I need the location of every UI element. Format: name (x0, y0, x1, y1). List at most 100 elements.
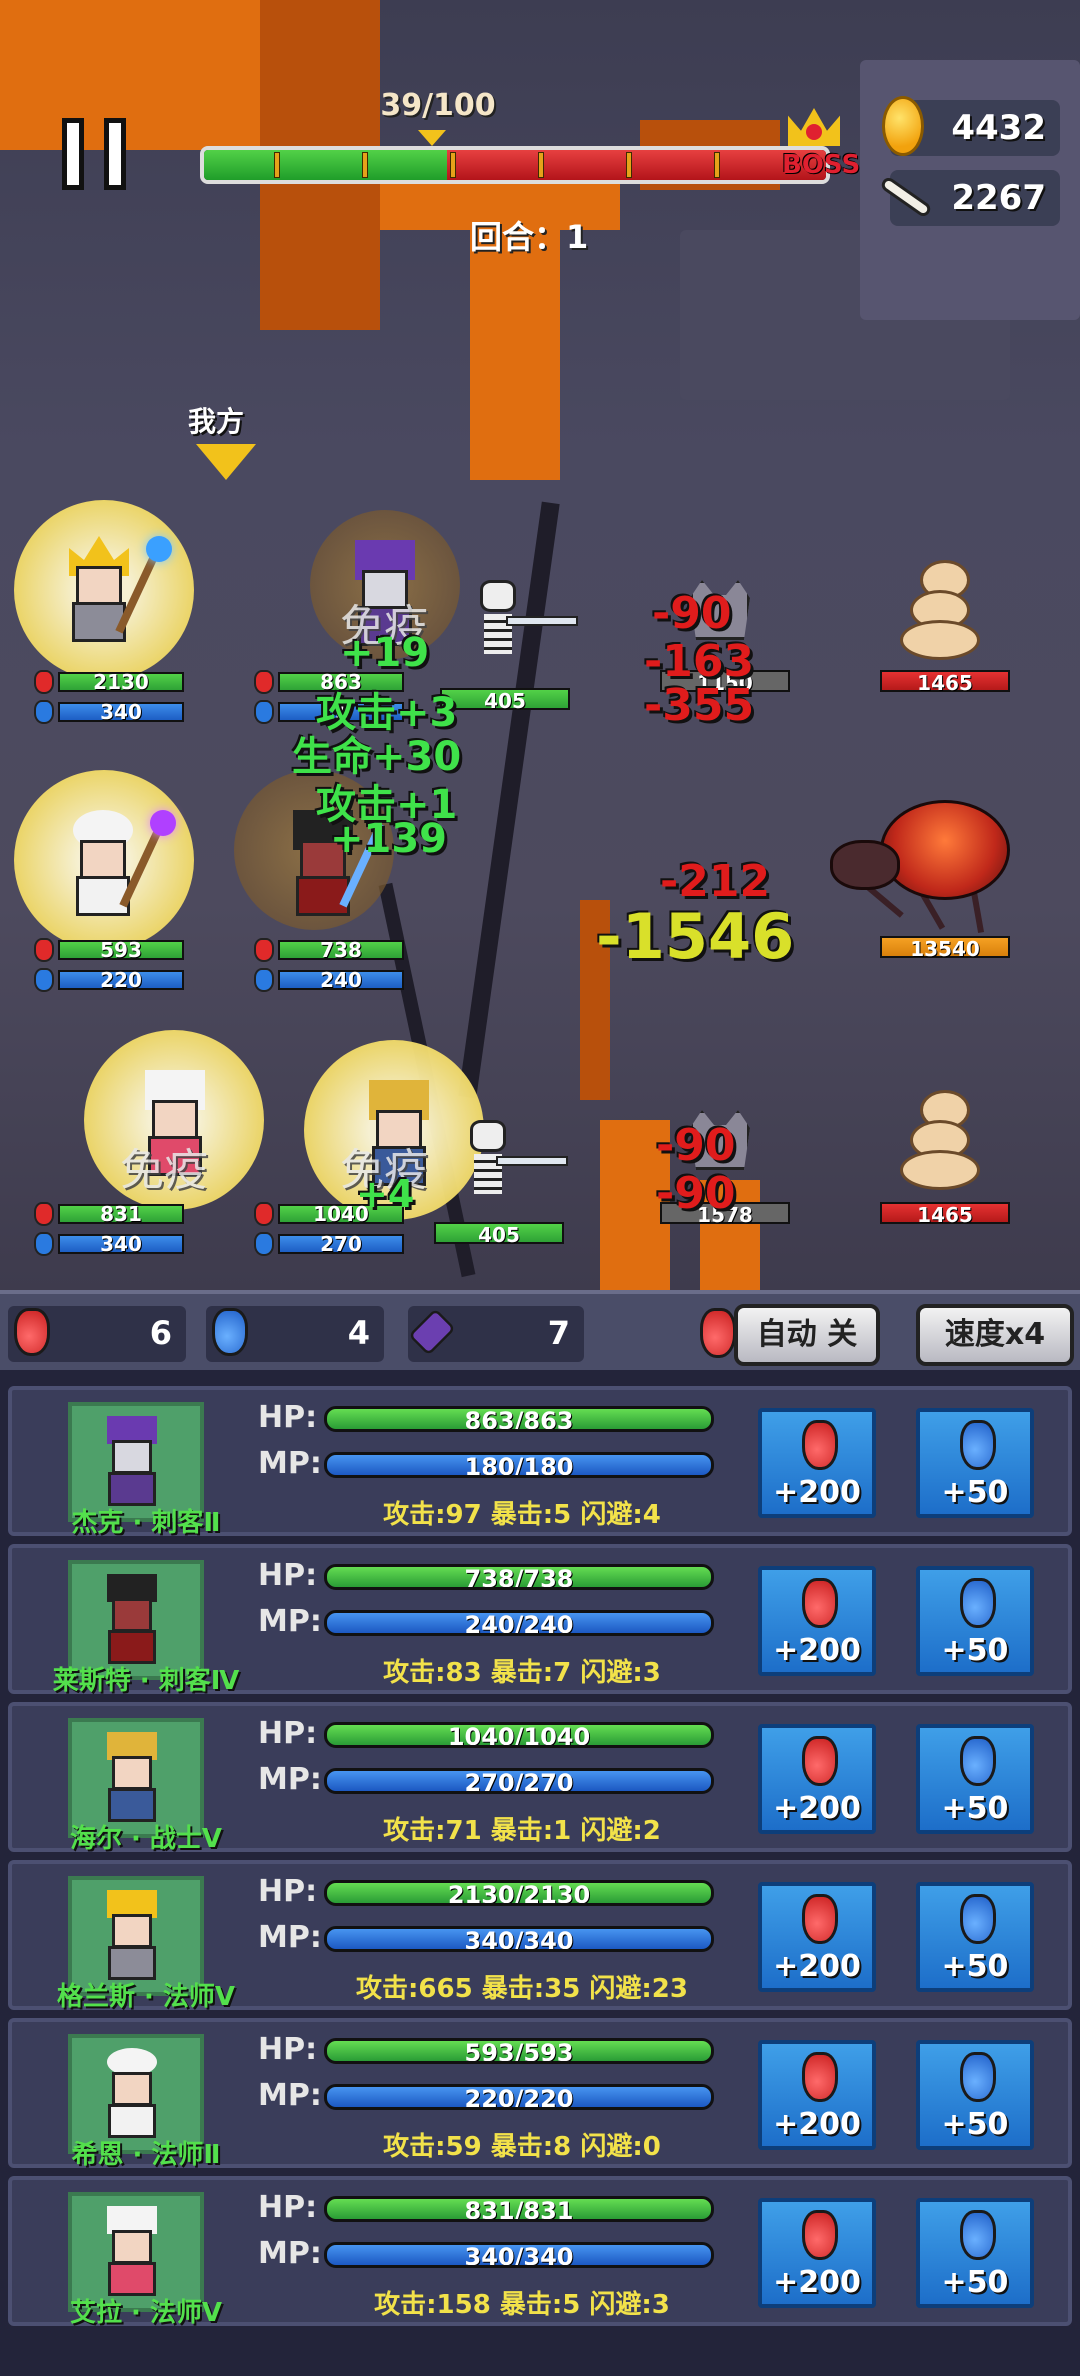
hero-panel: 格兰斯 · 法师Ⅴ HP: MP: 2130/2130 340/340 攻击:6… (8, 1860, 1072, 2012)
ally-hp: 2130 (34, 670, 184, 694)
hp-label: HP: (258, 2190, 318, 2225)
hp-label: HP: (258, 1716, 318, 1751)
hero-mp-bar: 340/340 (324, 1926, 714, 1952)
hp-potion-slot[interactable]: 6 (8, 1306, 186, 1362)
ally-unit[interactable]: 2130 340 (14, 500, 204, 730)
wave-marker-icon (418, 130, 446, 146)
hero-panel: 莱斯特 · 刺客Ⅳ HP: MP: 738/738 240/240 攻击:83 … (8, 1544, 1072, 1696)
damage-text: -90 (656, 1168, 736, 1219)
wave-tick (538, 152, 544, 178)
mp-label: MP: (258, 2078, 322, 2113)
hero-mp-bar: 270/270 (324, 1768, 714, 1794)
immune-text: 免疫 (120, 1145, 208, 1196)
red-potion-icon (802, 1420, 838, 1470)
use-mp-potion-button[interactable]: +50 (916, 2040, 1034, 2150)
use-hp-potion-button[interactable]: +200 (758, 2198, 876, 2308)
auto-potion-toggle[interactable]: 自动 关 (734, 1304, 880, 1366)
enemy-hp-bar: 13540 (880, 936, 1010, 961)
pause-icon (62, 118, 84, 190)
boss-crown-icon: BOSS (780, 108, 860, 180)
worm-sprite (900, 1090, 990, 1190)
pause-icon (104, 118, 126, 190)
rune-slot[interactable]: 7 (408, 1306, 584, 1362)
hero-panel: 杰克 · 刺客Ⅱ HP: MP: 863/863 180/180 攻击:97 暴… (8, 1386, 1072, 1538)
hero-hp-bar: 863/863 (324, 1406, 714, 1432)
hero-hp-bar: 593/593 (324, 2038, 714, 2064)
wave-tick (274, 152, 280, 178)
angel-sprite (58, 810, 176, 920)
use-hp-potion-button[interactable]: +200 (758, 1882, 876, 1992)
mp-label: MP: (258, 1762, 322, 1797)
hero-stats: 攻击:59 暴击:8 闪避:0 (383, 2132, 661, 2162)
red-potion-icon (802, 1578, 838, 1628)
gold-value: 4432 (951, 108, 1046, 148)
use-mp-potion-button[interactable]: +50 (916, 1566, 1034, 1676)
blue-potion-icon (960, 1578, 996, 1628)
enemy-unit[interactable]: 1465 (880, 560, 1020, 700)
red-potion-icon (700, 1308, 736, 1358)
rune-count: 7 (547, 1314, 570, 1352)
enemy-unit[interactable]: 405 (440, 570, 580, 720)
mage-sprite (54, 536, 172, 646)
mp-potion-count: 4 (347, 1314, 370, 1352)
mp-label: MP: (258, 2236, 322, 2271)
ally-mp: 270 (254, 1232, 404, 1256)
ally-mp: 340 (34, 700, 184, 724)
use-hp-potion-button[interactable]: +200 (758, 1724, 876, 1834)
use-mp-potion-button[interactable]: +50 (916, 1724, 1034, 1834)
use-mp-potion-button[interactable]: +50 (916, 1882, 1034, 1992)
red-potion-icon (14, 1308, 50, 1356)
damage-text: -355 (644, 680, 755, 731)
hero-mp-bar: 180/180 (324, 1452, 714, 1478)
hero-stats: 攻击:665 暴击:35 闪避:23 (356, 1974, 688, 2004)
skeleton-sprite (450, 1120, 568, 1210)
hero-list: 杰克 · 刺客Ⅱ HP: MP: 863/863 180/180 攻击:97 暴… (0, 1374, 1080, 2376)
enemy-unit[interactable]: 13540 (810, 800, 1040, 970)
enemy-unit[interactable]: 1465 (880, 1090, 1020, 1230)
hero-panel: 艾拉 · 法师Ⅴ HP: MP: 831/831 340/340 攻击:158 … (8, 2176, 1072, 2328)
enemy-unit[interactable]: 405 (430, 1110, 570, 1260)
hero-panel: 希恩 · 法师Ⅱ HP: MP: 593/593 220/220 攻击:59 暴… (8, 2018, 1072, 2170)
rune-icon (408, 1308, 456, 1356)
inventory-bar: 6 4 7 自动 关 速度x4 (0, 1290, 1080, 1374)
blue-potion-icon (212, 1308, 248, 1356)
skeleton-sprite (460, 580, 578, 670)
mp-potion-slot[interactable]: 4 (206, 1306, 384, 1362)
hp-potion-count: 6 (149, 1314, 172, 1352)
bone-counter: 2267 (879, 170, 1060, 226)
hero-hp-bar: 1040/1040 (324, 1722, 714, 1748)
use-hp-potion-button[interactable]: +200 (758, 2040, 876, 2150)
speed-button[interactable]: 速度x4 (916, 1304, 1074, 1366)
wave-tick (450, 152, 456, 178)
use-mp-potion-button[interactable]: +50 (916, 1408, 1034, 1518)
pause-button[interactable] (62, 118, 130, 190)
hero-panel: 海尔 · 战士Ⅴ HP: MP: 1040/1040 270/270 攻击:71… (8, 1702, 1072, 1854)
ally-unit[interactable]: 593 220 (14, 770, 204, 1000)
boss-label: BOSS (782, 150, 861, 180)
use-mp-potion-button[interactable]: +50 (916, 2198, 1034, 2308)
bone-value: 2267 (951, 178, 1046, 218)
hero-hp-bar: 831/831 (324, 2196, 714, 2222)
hero-stats: 攻击:158 暴击:5 闪避:3 (374, 2290, 670, 2320)
wave-counter: 39/100 (380, 88, 496, 123)
hero-hp-bar: 738/738 (324, 1564, 714, 1590)
hero-name: 杰克 · 刺客Ⅱ (71, 1508, 221, 1538)
crit-damage-text: -1546 (596, 900, 795, 973)
hero-mp-bar: 240/240 (324, 1610, 714, 1636)
heal-text: +19 (340, 630, 430, 676)
ally-hp: 831 (34, 1202, 184, 1226)
hp-label: HP: (258, 1558, 318, 1593)
hero-name: 希恩 · 法师Ⅱ (71, 2140, 221, 2170)
mp-label: MP: (258, 1446, 322, 1481)
damage-text: -90 (652, 588, 732, 639)
damage-text: -90 (656, 1120, 736, 1171)
blue-potion-icon (960, 1420, 996, 1470)
blue-potion-icon (960, 2210, 996, 2260)
blue-potion-icon (960, 1736, 996, 1786)
lava-flow (470, 220, 560, 480)
hero-name: 海尔 · 战士Ⅴ (69, 1824, 223, 1854)
use-hp-potion-button[interactable]: +200 (758, 1566, 876, 1676)
hp-label: HP: (258, 1874, 318, 1909)
use-hp-potion-button[interactable]: +200 (758, 1408, 876, 1518)
battlefield: 39/100 BOSS 4432 2267 回合：1 我方 2130 340 8… (0, 0, 1080, 1290)
